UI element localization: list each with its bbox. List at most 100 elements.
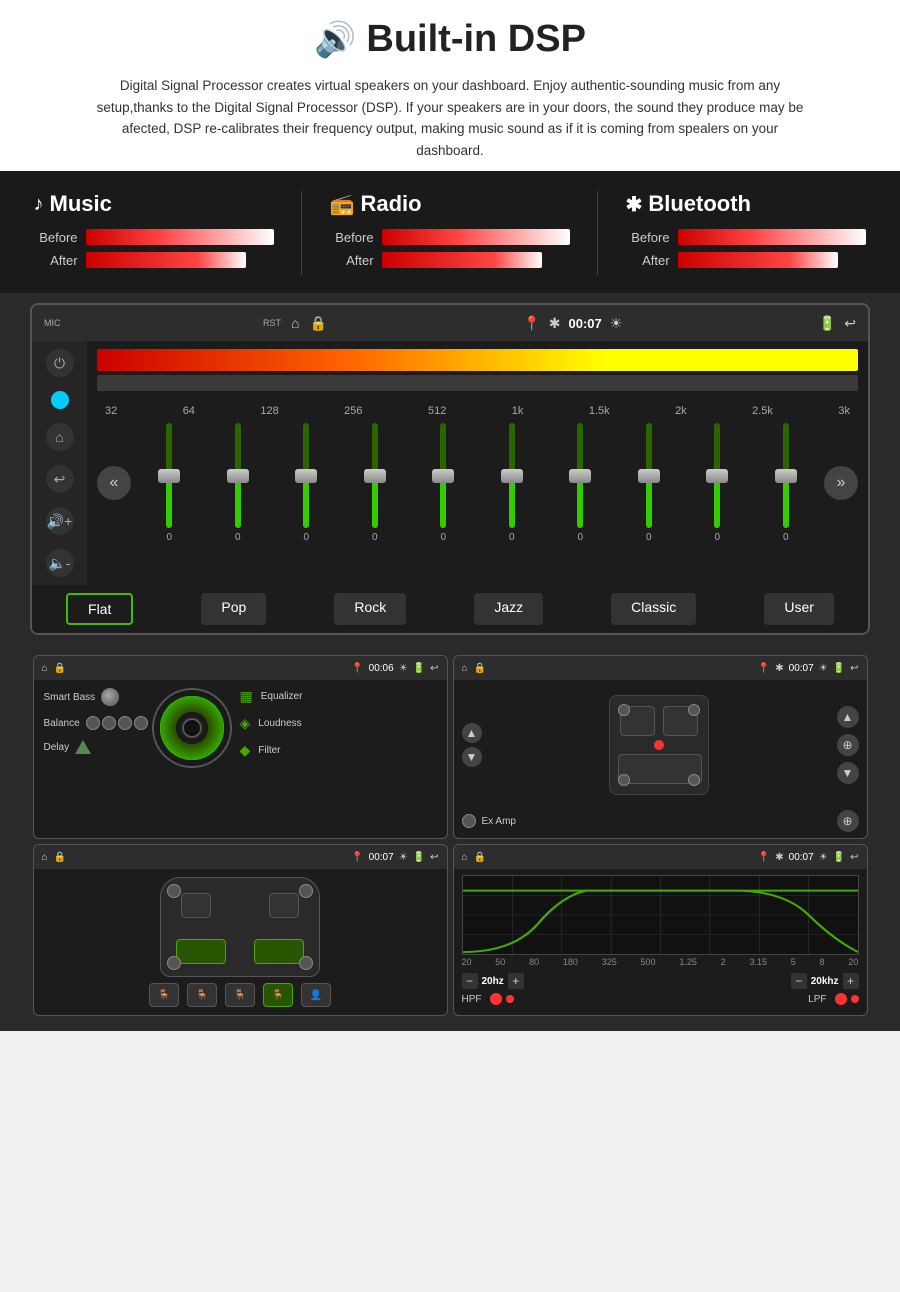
mini-lock-icon-1: 🔒 [54, 663, 66, 674]
seat-icon-4-active[interactable]: 🪑 [263, 983, 293, 1007]
eq-prev-button[interactable]: « [97, 466, 131, 500]
car-speaker-tl [167, 884, 181, 898]
person-icon[interactable]: 👤 [301, 983, 331, 1007]
disc-inner [182, 718, 202, 738]
music-note-icon: ♪ [34, 193, 44, 216]
delay-triangle-icon[interactable] [75, 740, 91, 754]
speaker-dot-rr[interactable] [688, 774, 700, 786]
home-side-button[interactable]: ⌂ [46, 423, 74, 451]
fader-1k[interactable]: 0 [499, 423, 525, 543]
car-speaker-tr [299, 884, 313, 898]
mini-topbar-2: ⌂ 🔒 📍 ✱ 00:07 ☀ 🔋 ↩ [454, 656, 867, 680]
rst-label: RST [263, 318, 281, 328]
dsp-radio-title: 📻 Radio [330, 191, 422, 217]
aim-icon[interactable]: ⊕ [837, 810, 859, 832]
dsp-comparison-section: ♪ Music Before After 📻 Radio Before [0, 171, 900, 293]
fader-2_5k[interactable]: 0 [704, 423, 730, 543]
radio-before-bar [382, 229, 571, 245]
car-seat-rear-left [176, 939, 226, 964]
speaker-layout-content: ▲ ▼ [454, 680, 867, 810]
mini-gps-icon-1: 📍 [351, 663, 363, 674]
mini-battery-icon-3: 🔋 [413, 852, 425, 863]
mini-battery-icon-2: 🔋 [833, 663, 845, 674]
car-layout-content: 🪑 🪑 🪑 🪑 👤 [34, 869, 447, 1015]
mini-time-4: 00:07 [789, 852, 814, 863]
mini-topbar-1: ⌂ 🔒 📍 00:06 ☀ 🔋 ↩ [34, 656, 447, 680]
mini-lock-icon-4: 🔒 [474, 852, 486, 863]
lpf-dot [835, 993, 847, 1005]
mini-topbar-3: ⌂ 🔒 📍 00:07 ☀ 🔋 ↩ [34, 845, 447, 869]
car-top-view [160, 877, 320, 977]
mini-topbar-right-2: 📍 ✱ 00:07 ☀ 🔋 ↩ [758, 663, 859, 674]
fader-32[interactable]: 0 [156, 423, 182, 543]
lpf-minus-button[interactable]: − [791, 973, 807, 989]
gps-icon: 📍 [523, 315, 540, 332]
seat-icon-2[interactable]: 🪑 [187, 983, 217, 1007]
divider-1 [301, 191, 302, 275]
lpf-plus-button[interactable]: + [843, 973, 859, 989]
back-side-button[interactable]: ↩ [46, 465, 74, 493]
speaker-dot-fr[interactable] [688, 704, 700, 716]
eq-bottom-controls: − 20hz + − 20khz + [462, 973, 859, 989]
eq-active-dot[interactable] [51, 391, 69, 409]
hpf-minus-button[interactable]: − [462, 973, 478, 989]
filter-row: ◆ Filter [240, 742, 281, 759]
fader-2k[interactable]: 0 [636, 423, 662, 543]
fader-512[interactable]: 0 [430, 423, 456, 543]
fader-64[interactable]: 0 [225, 423, 251, 543]
seat-icon-3[interactable]: 🪑 [225, 983, 255, 1007]
right-nav-down[interactable]: ▼ [837, 762, 859, 784]
balance-row: Balance [44, 716, 144, 730]
speaker-dot-rl[interactable] [618, 774, 630, 786]
preset-jazz-button[interactable]: Jazz [474, 593, 543, 625]
mic-label: MIC [44, 318, 61, 328]
side-controls: ⏻ ⌂ ↩ 🔊+ 🔈- [32, 341, 87, 585]
vol-up-button[interactable]: 🔊+ [46, 507, 74, 535]
music-after-bar [86, 252, 275, 268]
eq-next-button[interactable]: » [824, 466, 858, 500]
fader-1_5k[interactable]: 0 [567, 423, 593, 543]
nav-down-button[interactable]: ▼ [462, 747, 482, 767]
car-bottom-icons: 🪑 🪑 🪑 🪑 👤 [149, 983, 331, 1007]
equalizer-icon: ▦ [240, 688, 253, 705]
car-seat-front-right [269, 893, 299, 918]
power-button[interactable]: ⏻ [46, 349, 74, 377]
right-nav-up[interactable]: ▲ [837, 706, 859, 728]
bluetooth-status-icon: ✱ [549, 315, 561, 332]
dsp-left-controls: Smart Bass Balance Delay [44, 688, 144, 754]
back-icon: ↩ [844, 315, 856, 332]
dsp-audio-content: Smart Bass Balance Delay [34, 680, 447, 800]
preset-classic-button[interactable]: Classic [611, 593, 696, 625]
preset-pop-button[interactable]: Pop [201, 593, 266, 625]
eq-type-row: HPF LPF [462, 993, 859, 1005]
speaker-icon: 🔊 [314, 20, 356, 60]
bluetooth-after-row: After [626, 252, 867, 268]
nav-up-button[interactable]: ▲ [462, 723, 482, 743]
lpf-type: LPF [808, 993, 858, 1005]
preset-user-button[interactable]: User [764, 593, 834, 625]
vol-down-button[interactable]: 🔈- [46, 549, 74, 577]
hpf-plus-button[interactable]: + [508, 973, 524, 989]
loudness-icon: ◈ [240, 715, 251, 732]
mini-topbar-right-1: 📍 00:06 ☀ 🔋 ↩ [351, 663, 438, 674]
bluetooth-before-row: Before [626, 229, 867, 245]
preset-flat-button[interactable]: Flat [66, 593, 133, 625]
fader-256[interactable]: 0 [362, 423, 388, 543]
preset-rock-button[interactable]: Rock [334, 593, 406, 625]
smart-bass-knob[interactable] [101, 688, 119, 706]
mini-back-icon-1: ↩ [430, 663, 438, 674]
target-icon[interactable]: ⊕ [837, 734, 859, 756]
seat-icon-1[interactable]: 🪑 [149, 983, 179, 1007]
mini-sun-icon-3: ☀ [399, 852, 408, 863]
fader-128[interactable]: 0 [293, 423, 319, 543]
topbar-center: 📍 ✱ 00:07 ☀ [523, 315, 622, 332]
balance-control[interactable] [86, 716, 148, 730]
screen-time: 00:07 [569, 316, 602, 331]
ex-amp-toggle[interactable] [462, 814, 476, 828]
fader-3k[interactable]: 0 [773, 423, 799, 543]
mini-battery-icon-1: 🔋 [413, 663, 425, 674]
mini-sun-icon-2: ☀ [819, 663, 828, 674]
battery-icon: 🔋 [819, 315, 836, 332]
dsp-right-controls: ▦ Equalizer ◈ Loudness ◆ Filter [240, 688, 303, 759]
divider-2 [597, 191, 598, 275]
